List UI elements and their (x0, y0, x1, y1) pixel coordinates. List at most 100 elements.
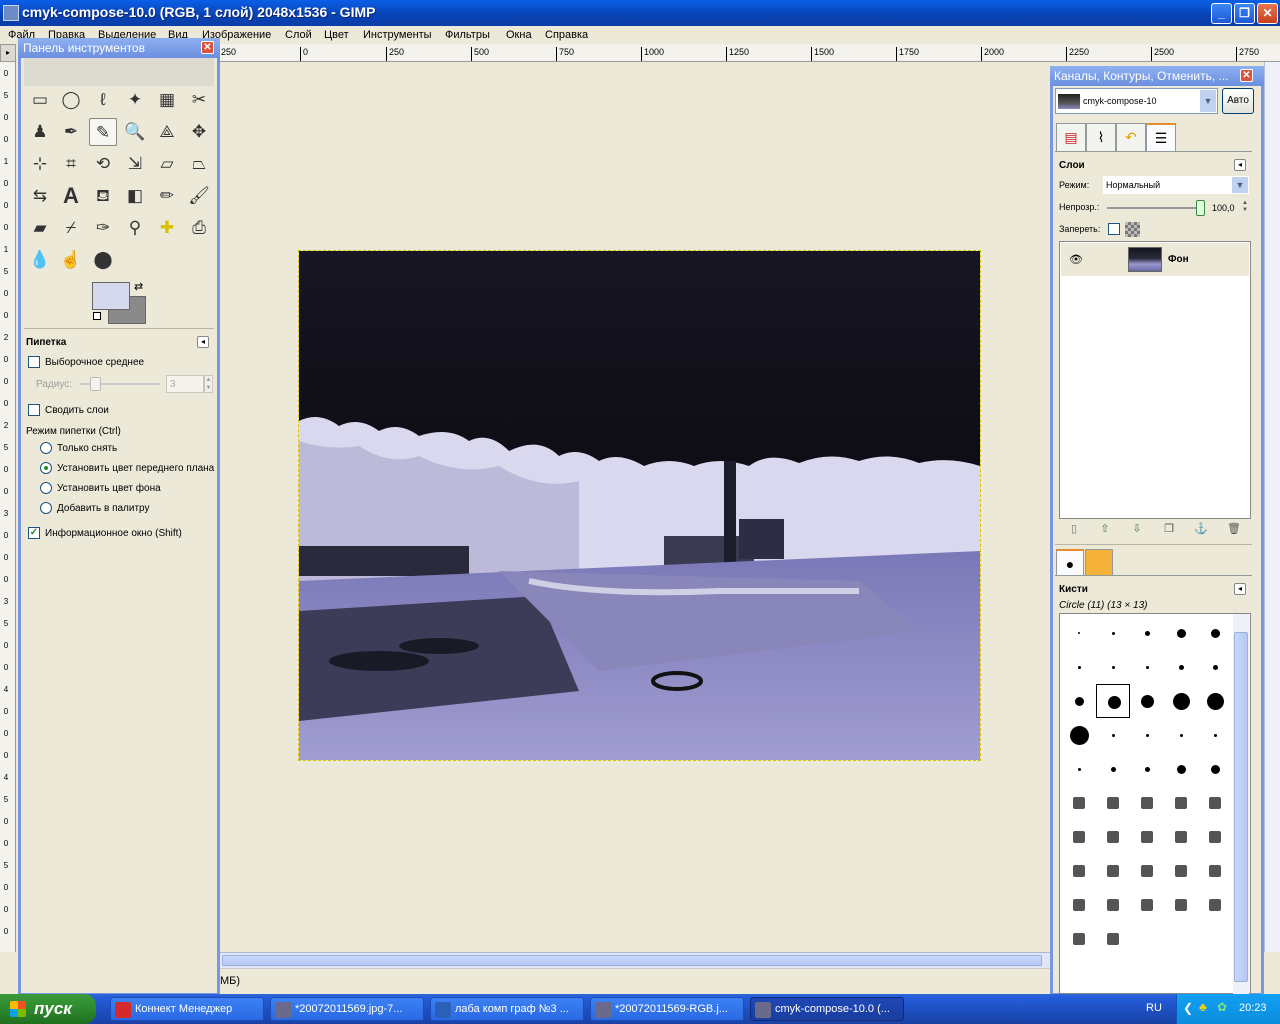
brush-preview[interactable] (1062, 616, 1096, 650)
zoom-tool-icon[interactable]: 🔍 (121, 118, 149, 146)
start-button[interactable]: пуск (0, 994, 96, 1024)
layers-menu-icon[interactable]: ◂ (1234, 159, 1246, 171)
blur-tool-icon[interactable]: 💧 (26, 246, 54, 274)
brush-preview[interactable] (1062, 650, 1096, 684)
language-indicator[interactable]: RU (1146, 1002, 1162, 1014)
toolbox-titlebar[interactable]: Панель инструментов ✕ (18, 38, 220, 58)
tab-layers-icon[interactable]: ▤ (1056, 123, 1086, 151)
brush-preview[interactable] (1130, 684, 1164, 718)
ink-tool-icon[interactable]: ✑ (89, 214, 117, 242)
brush-preview[interactable] (1096, 616, 1130, 650)
tool-options-menu-icon[interactable]: ◂ (197, 336, 209, 348)
close-button[interactable]: ✕ (1257, 3, 1278, 24)
brush-preview[interactable] (1096, 888, 1130, 922)
heal-tool-icon[interactable]: ✚ (153, 214, 181, 242)
tab-patterns-icon[interactable] (1085, 549, 1113, 575)
taskbar-button[interactable]: *20072011569-RGB.j... (590, 997, 744, 1021)
fuzzy-select-tool-icon[interactable]: ✦ (121, 86, 149, 114)
airbrush-tool-icon[interactable]: ⌿ (57, 214, 85, 242)
foreground-select-tool-icon[interactable]: ♟ (26, 118, 54, 146)
opacity-spin-arrows[interactable]: ▲ ▼ (1242, 200, 1248, 214)
foreground-color-swatch[interactable] (92, 282, 130, 310)
tray-app-icon[interactable]: ✿ (1217, 1000, 1227, 1014)
info-window-checkbox[interactable]: ✓ (28, 527, 40, 539)
color-picker-tool-icon[interactable]: ✎ (89, 118, 117, 146)
brush-preview[interactable] (1062, 718, 1096, 752)
brush-preview[interactable] (1198, 684, 1232, 718)
brush-preview[interactable] (1130, 786, 1164, 820)
brush-preview[interactable] (1062, 820, 1096, 854)
taskbar-button[interactable]: Коннект Менеджер (110, 997, 264, 1021)
brush-preview[interactable] (1096, 922, 1130, 956)
toolbox-close-button[interactable]: ✕ (201, 41, 214, 54)
menu-filters[interactable]: Фильтры (445, 29, 490, 41)
brush-preview[interactable] (1096, 718, 1130, 752)
color-select-tool-icon[interactable]: ▦ (153, 86, 181, 114)
menu-tools[interactable]: Инструменты (363, 29, 432, 41)
scrollbar-thumb[interactable] (1234, 632, 1248, 982)
brush-preview[interactable] (1164, 854, 1198, 888)
window-titlebar[interactable]: cmyk-compose-10.0 (RGB, 1 слой) 2048x153… (0, 0, 1280, 26)
brush-preview[interactable] (1096, 854, 1130, 888)
brush-preview[interactable] (1096, 820, 1130, 854)
pencil-tool-icon[interactable]: ✏ (153, 182, 181, 210)
paths-tool-icon[interactable]: ✒ (57, 118, 85, 146)
free-select-tool-icon[interactable]: ℓ (89, 86, 117, 114)
brushes-scrollbar[interactable] (1233, 614, 1249, 994)
eye-icon[interactable]: 👁 (1069, 253, 1083, 266)
brush-preview[interactable] (1096, 786, 1130, 820)
horizontal-ruler[interactable]: 250 0 250 500 750 1000 1250 1500 1750 20… (218, 44, 1280, 62)
brush-preview[interactable] (1164, 786, 1198, 820)
ruler-corner-button[interactable]: ▸ (0, 44, 16, 62)
horizontal-scrollbar[interactable] (218, 952, 1050, 968)
brush-preview[interactable] (1062, 684, 1096, 718)
clone-tool-icon[interactable]: ⚲ (121, 214, 149, 242)
move-tool-icon[interactable]: ✥ (185, 118, 213, 146)
brush-preview[interactable] (1130, 718, 1164, 752)
brush-preview[interactable] (1164, 752, 1198, 786)
brush-preview[interactable] (1062, 752, 1096, 786)
brush-preview[interactable] (1164, 718, 1198, 752)
brush-preview[interactable] (1198, 888, 1232, 922)
brush-preview[interactable] (1062, 854, 1096, 888)
clock[interactable]: 20:23 (1239, 1002, 1267, 1014)
menu-help[interactable]: Справка (545, 29, 588, 41)
brush-preview[interactable] (1198, 854, 1232, 888)
dock-titlebar[interactable]: Каналы, Контуры, Отменить, ... ✕ (1050, 66, 1264, 86)
lock-alpha-checkbox[interactable] (1108, 223, 1120, 235)
pick-mode-radio[interactable] (40, 442, 52, 454)
fg-bg-color-selector[interactable]: ⇄ (92, 281, 148, 324)
ellipse-select-tool-icon[interactable]: ◯ (57, 86, 85, 114)
taskbar-button[interactable]: *20072011569.jpg-7... (270, 997, 424, 1021)
flip-tool-icon[interactable]: ⇆ (26, 182, 54, 210)
chevron-down-icon[interactable]: ▼ (1200, 90, 1216, 112)
rotate-tool-icon[interactable]: ⟲ (89, 150, 117, 178)
radius-input[interactable]: 3 (166, 375, 204, 393)
delete-layer-icon[interactable]: 🗑 (1225, 522, 1243, 538)
eraser-tool-icon[interactable]: ▰ (26, 214, 54, 242)
duplicate-layer-icon[interactable]: ❐ (1160, 522, 1178, 538)
maximize-button[interactable]: ❐ (1234, 3, 1255, 24)
measure-tool-icon[interactable]: ⟁ (153, 118, 181, 146)
tab-undo-icon[interactable]: ↶ (1116, 123, 1146, 151)
brush-grid[interactable] (1059, 613, 1251, 994)
taskbar-button[interactable]: лаба комп граф №3 ... (430, 997, 584, 1021)
brush-preview[interactable] (1164, 650, 1198, 684)
lower-layer-icon[interactable]: ⇩ (1128, 522, 1146, 538)
new-layer-icon[interactable]: ▯ (1065, 522, 1083, 538)
anchor-layer-icon[interactable]: ⚓ (1192, 522, 1210, 538)
paintbrush-tool-icon[interactable]: 🖌 (185, 182, 213, 210)
pick-mode-radio[interactable] (40, 462, 52, 474)
layer-row[interactable]: 👁 Фон (1061, 243, 1249, 276)
brush-preview[interactable] (1096, 684, 1130, 718)
brush-preview[interactable] (1198, 786, 1232, 820)
brush-preview[interactable] (1130, 752, 1164, 786)
pick-mode-radio[interactable] (40, 502, 52, 514)
brush-preview[interactable] (1130, 888, 1164, 922)
vertical-ruler[interactable]: 0 5 0 0 1 0 0 0 1 5 0 0 2 0 0 0 2 5 0 0 3 0 0 0 3 5 0 0 4 0 0 0 4 5 0 0 5 0 0 0 (0, 62, 16, 952)
blend-tool-icon[interactable]: ◧ (121, 182, 149, 210)
perspective-tool-icon[interactable]: ⏢ (185, 150, 213, 178)
brush-preview[interactable] (1062, 922, 1096, 956)
align-tool-icon[interactable]: ⊹ (26, 150, 54, 178)
opacity-slider-handle[interactable] (1196, 200, 1205, 216)
